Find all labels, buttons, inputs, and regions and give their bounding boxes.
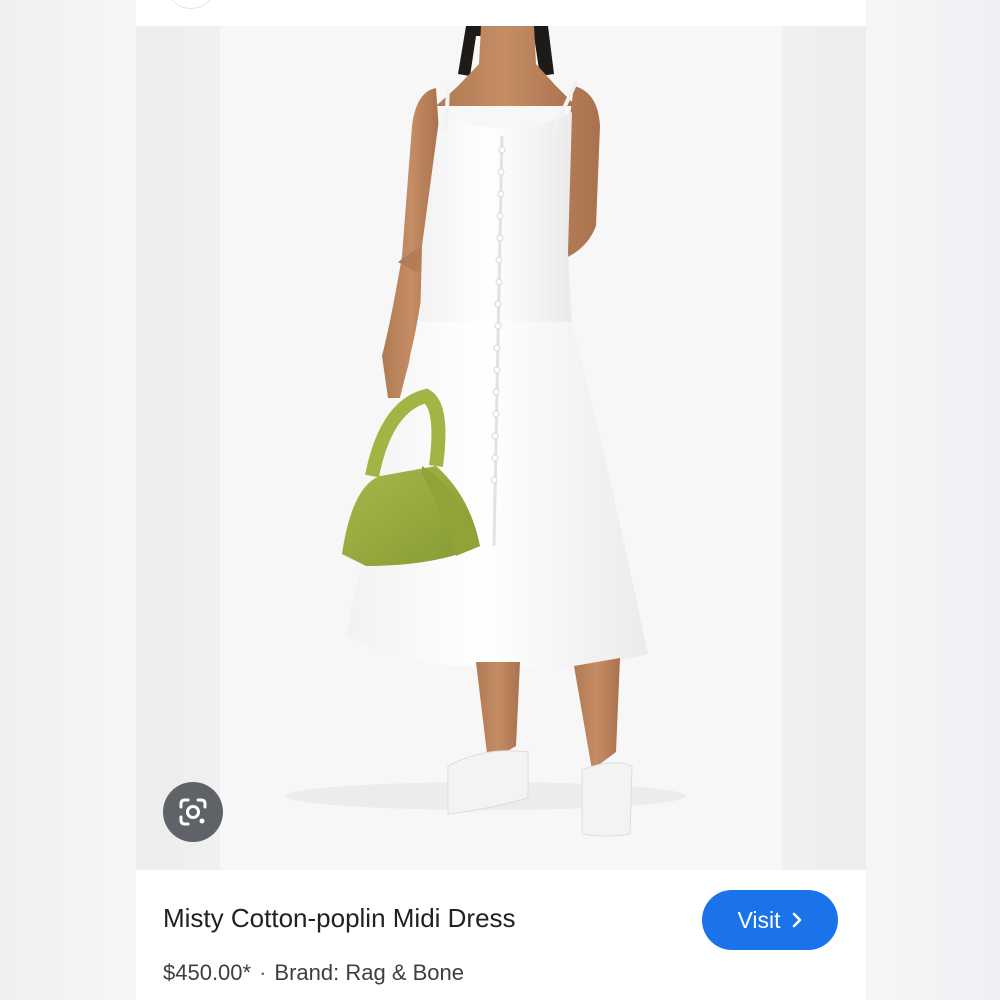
product-image[interactable] xyxy=(136,26,866,870)
visit-button-label: Visit xyxy=(737,906,781,933)
model-photo xyxy=(286,26,686,837)
meta-separator: · xyxy=(259,960,267,985)
product-brand: Brand: Rag & Bone xyxy=(274,960,464,985)
chevron-right-icon xyxy=(791,911,803,929)
product-meta: $450.00* · Brand: Rag & Bone xyxy=(163,960,464,986)
google-lens-icon xyxy=(179,798,207,826)
previous-card-button-edge xyxy=(166,0,216,9)
google-lens-button[interactable] xyxy=(163,782,223,842)
product-title[interactable]: Misty Cotton-poplin Midi Dress xyxy=(163,903,516,934)
visit-button[interactable]: Visit xyxy=(702,890,838,950)
product-price: $450.00* xyxy=(163,960,252,985)
product-result-card: Misty Cotton-poplin Midi Dress $450.00* ·… xyxy=(136,0,866,1000)
product-info-panel: Misty Cotton-poplin Midi Dress $450.00* ·… xyxy=(136,870,866,1000)
previous-card-edge xyxy=(136,0,866,26)
